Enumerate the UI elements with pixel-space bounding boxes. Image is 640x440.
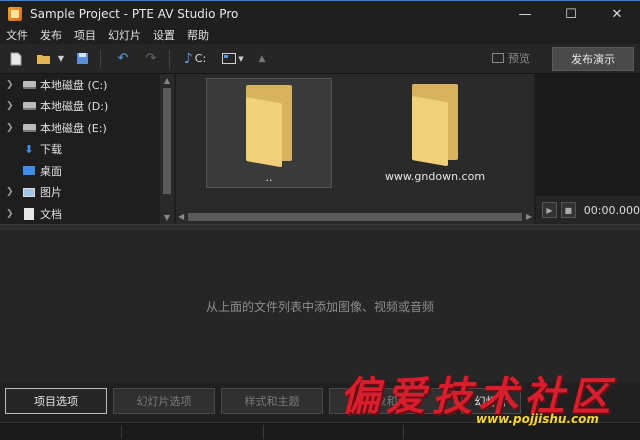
toolbar-separator [169, 49, 170, 68]
chevron-right-icon[interactable]: ❯ [6, 80, 16, 90]
file-item-label: .. [265, 171, 273, 184]
preview-button[interactable]: 预览 [492, 50, 530, 66]
menu-project[interactable]: 项目 [68, 27, 102, 43]
folder-icon [246, 85, 292, 168]
new-file-icon [10, 52, 22, 65]
drive-icon [22, 123, 36, 132]
file-item-parent-folder[interactable]: .. [206, 78, 332, 188]
tree-item-documents[interactable]: ❯ 文档 [0, 203, 174, 224]
scroll-up-icon[interactable]: ▲ [160, 76, 174, 85]
undo-icon: ↶ [117, 51, 129, 66]
download-icon: ⬇ [24, 142, 34, 156]
pictures-icon [22, 186, 36, 198]
stop-button[interactable]: ■ [560, 202, 576, 218]
status-cell [0, 425, 122, 439]
thumbnail-view-icon [222, 53, 237, 64]
arrow-up-icon: ▲ [258, 53, 266, 64]
title-bar: Sample Project - PTE AV Studio Pro — ☐ ✕ [0, 0, 640, 26]
file-list: .. www.gndown.com [176, 74, 534, 224]
minimize-button[interactable]: — [502, 1, 548, 27]
toolbar: ▼ ↶ ↷ ♪ C: ▼ ▲ 预览 发布演示 [0, 44, 640, 74]
tree-item-label: 桌面 [40, 164, 62, 178]
scroll-left-icon[interactable]: ◀ [178, 212, 184, 221]
publish-show-button[interactable]: 发布演示 [552, 47, 634, 71]
documents-icon [22, 207, 36, 220]
toolbar-separator [100, 49, 101, 68]
tree-item-drive-e[interactable]: ❯ 本地磁盘 (E:) [0, 117, 174, 139]
stop-icon: ■ [564, 205, 573, 215]
app-icon [8, 6, 22, 21]
menu-bar: 文件 发布 项目 幻灯片 设置 帮助 [0, 26, 640, 44]
tree-item-drive-c[interactable]: ❯ 本地磁盘 (C:) [0, 74, 174, 96]
redo-button[interactable]: ↷ [139, 48, 163, 70]
maximize-button[interactable]: ☐ [548, 1, 594, 27]
playback-time: 00:00.000 [583, 203, 640, 217]
tree-item-label: 本地磁盘 (C:) [40, 78, 108, 92]
window-controls: — ☐ ✕ [502, 1, 640, 27]
slide-list-hint: 从上面的文件列表中添加图像、视频或音频 [205, 299, 434, 314]
chevron-right-icon[interactable]: ❯ [6, 187, 16, 197]
tree-item-label: 下载 [40, 143, 62, 157]
slide-list[interactable]: 从上面的文件列表中添加图像、视频或音频 [0, 230, 640, 382]
preview-label: 预览 [508, 52, 530, 65]
media-player: ▶ ■ 00:00.000 [536, 196, 640, 224]
chevron-right-icon[interactable]: ❯ [6, 123, 16, 133]
tree-scroll-thumb[interactable] [163, 88, 171, 194]
drive-icon [22, 80, 36, 89]
chevron-down-icon: ▼ [238, 54, 244, 63]
watermark-logo: 偏爱技术社区 www.pojjishu.com [336, 362, 640, 436]
tree-item-pictures[interactable]: ❯ 图片 [0, 182, 174, 204]
window-title: Sample Project - PTE AV Studio Pro [30, 6, 239, 21]
tree-item-desktop[interactable]: 桌面 [0, 160, 174, 182]
menu-file[interactable]: 文件 [0, 27, 34, 43]
menu-settings[interactable]: 设置 [147, 27, 181, 43]
drive-icon [22, 102, 36, 111]
folder-tree: ❯ 本地磁盘 (C:) ❯ 本地磁盘 (D:) ❯ 本地磁盘 (E:) ⬇ 下载… [0, 74, 174, 224]
preview-icon [492, 53, 504, 63]
open-dropdown-button[interactable]: ▼ [56, 48, 66, 70]
project-options-button[interactable]: 项目选项 [5, 388, 107, 414]
watermark-url: www.pojjishu.com [476, 412, 599, 426]
undo-button[interactable]: ↶ [111, 48, 135, 70]
tree-scrollbar[interactable]: ▲ ▼ [160, 74, 174, 224]
desktop-icon [22, 165, 36, 177]
open-project-button[interactable] [32, 48, 56, 70]
scroll-down-icon[interactable]: ▼ [160, 213, 174, 222]
tree-item-label: 文档 [40, 207, 62, 221]
menu-slides[interactable]: 幻灯片 [102, 27, 147, 43]
open-folder-icon [37, 54, 50, 64]
chevron-right-icon[interactable]: ❯ [6, 209, 16, 219]
play-button[interactable]: ▶ [542, 202, 557, 218]
tree-item-label: 图片 [40, 186, 62, 200]
chevron-right-icon[interactable]: ❯ [6, 101, 16, 111]
menu-help[interactable]: 帮助 [181, 27, 215, 43]
close-button[interactable]: ✕ [594, 1, 640, 27]
folder-up-button[interactable]: ▲ [250, 48, 274, 70]
status-cell [122, 425, 264, 439]
chevron-down-icon: ▼ [57, 54, 65, 63]
file-item-folder[interactable]: www.gndown.com [372, 78, 498, 188]
tree-item-drive-d[interactable]: ❯ 本地磁盘 (D:) [0, 96, 174, 118]
redo-icon: ↷ [145, 51, 157, 66]
view-mode-button[interactable]: ▼ [220, 48, 246, 70]
menu-publish[interactable]: 发布 [34, 27, 68, 43]
slide-options-button[interactable]: 幻灯片选项 [113, 388, 215, 414]
file-list-scroll-thumb[interactable] [188, 213, 522, 221]
save-icon [76, 53, 88, 64]
file-list-scrollbar[interactable]: ◀ ▶ [176, 210, 534, 224]
folder-icon [412, 84, 458, 167]
new-project-button[interactable] [4, 48, 28, 70]
tree-item-downloads[interactable]: ⬇ 下载 [0, 139, 174, 161]
drive-select-button[interactable]: ♪ C: [180, 48, 210, 70]
drive-label: C: [194, 52, 207, 65]
file-item-label: www.gndown.com [384, 170, 486, 183]
play-icon: ▶ [546, 205, 553, 215]
save-button[interactable] [70, 48, 94, 70]
music-note-icon: ♪ [183, 50, 193, 67]
tree-item-label: 本地磁盘 (E:) [40, 121, 107, 135]
tree-item-label: 本地磁盘 (D:) [40, 100, 109, 114]
scroll-right-icon[interactable]: ▶ [526, 212, 532, 221]
styles-themes-button[interactable]: 样式和主题 [221, 388, 323, 414]
